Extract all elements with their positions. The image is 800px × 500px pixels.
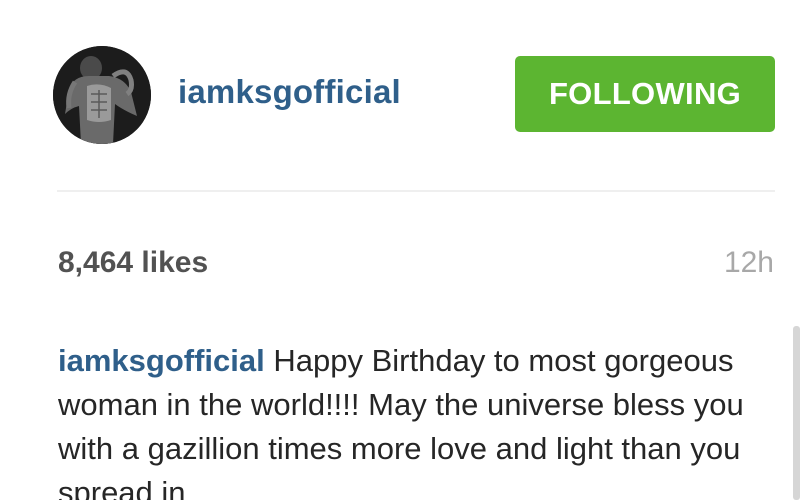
post-caption: iamksgofficial Happy Birthday to most go…	[58, 339, 758, 500]
post-header: iamksgofficial FOLLOWING	[0, 0, 800, 192]
instagram-post: iamksgofficial FOLLOWING 8,464 likes 12h…	[0, 0, 800, 500]
username-link[interactable]: iamksgofficial	[178, 73, 401, 111]
post-timestamp[interactable]: 12h	[724, 246, 774, 280]
scrollbar[interactable]	[793, 326, 800, 500]
following-button[interactable]: FOLLOWING	[515, 56, 775, 132]
header-divider	[57, 190, 775, 192]
profile-photo-icon	[53, 46, 151, 144]
likes-count[interactable]: 8,464 likes	[58, 246, 208, 280]
caption-username-link[interactable]: iamksgofficial	[58, 343, 265, 378]
avatar[interactable]	[53, 46, 151, 144]
